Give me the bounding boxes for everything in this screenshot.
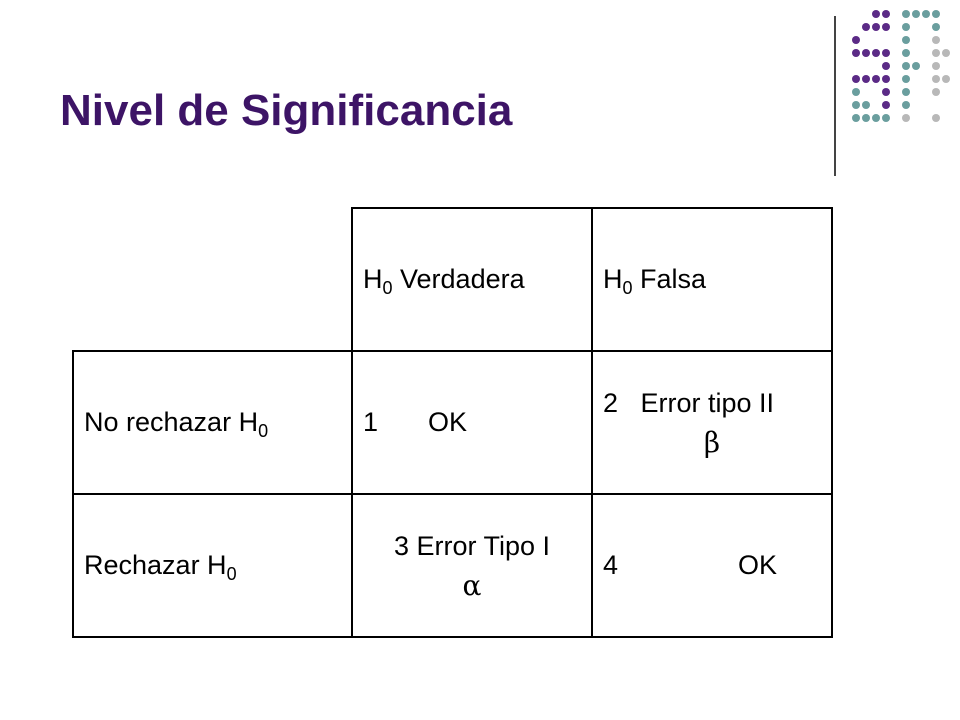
logo-dot [882, 62, 890, 70]
logo-dot [872, 10, 880, 18]
logo-dot [902, 114, 910, 122]
logo-dot [902, 88, 910, 96]
logo-dot [852, 36, 860, 44]
cell-2-type-ii-error: 2 Error tipo II β [592, 350, 833, 494]
logo-dot [902, 49, 910, 57]
logo-dot [862, 101, 870, 109]
empty-corner-cell [73, 208, 352, 351]
logo-dot [882, 49, 890, 57]
logo-dot [912, 62, 920, 70]
logo-dot [932, 88, 940, 96]
logo-dot [902, 23, 910, 31]
table-row-no-reject: No rechazar H0 1 OK 2 Error tipo II β [72, 350, 833, 494]
dot-pattern-logo [852, 10, 950, 122]
logo-dot [872, 114, 880, 122]
row-label-no-reject: No rechazar H0 [72, 350, 352, 494]
logo-dot [852, 49, 860, 57]
hypothesis-table: H0 Verdadera H0 Falsa No rechazar H0 1 OK… [72, 207, 833, 638]
logo-dot [932, 23, 940, 31]
cell-1-ok: 1 OK [351, 350, 593, 494]
logo-dot [902, 101, 910, 109]
row-label-reject: Rechazar H0 [72, 493, 352, 638]
logo-dot [852, 114, 860, 122]
logo-dot [852, 75, 860, 83]
decorative-divider [834, 16, 836, 176]
logo-dot [932, 114, 940, 122]
slide-title: Nivel de Significancia [60, 86, 513, 135]
logo-dot [882, 88, 890, 96]
logo-dot [862, 23, 870, 31]
logo-dot [882, 114, 890, 122]
logo-dot [872, 49, 880, 57]
logo-dot [932, 36, 940, 44]
logo-dot [902, 10, 910, 18]
logo-dot [872, 75, 880, 83]
logo-dot [902, 36, 910, 44]
alpha-symbol: α [462, 568, 482, 602]
table-header-row: H0 Verdadera H0 Falsa [73, 207, 833, 351]
logo-dot [932, 75, 940, 83]
logo-dot [942, 49, 950, 57]
logo-dot [922, 10, 930, 18]
table-row-reject: Rechazar H0 3 Error Tipo I α 4 OK [72, 493, 833, 638]
logo-dot [882, 101, 890, 109]
header-h0-true: H0 Verdadera [351, 207, 593, 351]
logo-dot [872, 23, 880, 31]
logo-dot [852, 88, 860, 96]
header-h0-false: H0 Falsa [592, 207, 833, 351]
logo-dot [912, 10, 920, 18]
logo-dot [902, 75, 910, 83]
logo-dot [862, 114, 870, 122]
cell-4-ok: 4 OK [592, 493, 833, 638]
logo-dot [932, 62, 940, 70]
logo-dot [862, 49, 870, 57]
logo-dot [932, 49, 940, 57]
logo-dot [882, 10, 890, 18]
logo-dot [932, 10, 940, 18]
cell-3-type-i-error: 3 Error Tipo I α [351, 493, 593, 638]
logo-dot [902, 62, 910, 70]
logo-dot [862, 75, 870, 83]
logo-dot [852, 101, 860, 109]
logo-dot [882, 75, 890, 83]
logo-dot [882, 23, 890, 31]
logo-dot [942, 75, 950, 83]
beta-symbol: β [703, 425, 721, 459]
